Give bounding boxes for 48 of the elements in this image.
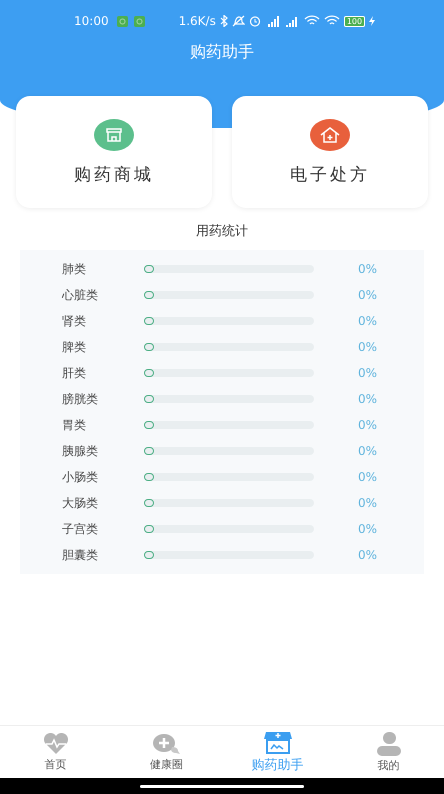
percentage: 0% [358, 314, 378, 328]
percentage: 0% [358, 392, 378, 406]
wifi-icon [324, 15, 340, 27]
heart-pulse-icon [42, 732, 68, 754]
percentage: 0% [358, 366, 378, 380]
category-label: 脾类 [61, 338, 87, 356]
category-label: 肝类 [61, 364, 87, 382]
category-label: 子宫类 [61, 520, 99, 538]
status-time: 10:00 [74, 14, 109, 28]
page-title: 购药助手 [189, 42, 255, 63]
percentage: 0% [358, 418, 378, 432]
category-label: 肾类 [61, 312, 87, 330]
percentage: 0% [358, 522, 378, 536]
percentage: 0% [358, 288, 378, 302]
home-indicator[interactable] [140, 784, 304, 788]
percentage: 0% [358, 444, 378, 458]
app-notification-icon [134, 16, 145, 26]
category-label: 心脏类 [61, 286, 99, 304]
wifi-icon [304, 15, 320, 27]
bluetooth-icon [220, 15, 228, 27]
percentage: 0% [358, 548, 378, 562]
category-label: 肺类 [61, 260, 87, 278]
category-label: 膀胱类 [61, 390, 99, 408]
category-label: 大肠类 [61, 494, 99, 512]
feature-card[interactable]: 购药商城 [16, 96, 212, 208]
battery-indicator: 100 [344, 16, 366, 26]
tab-item[interactable]: 首页 [0, 726, 111, 778]
section-title: 用药统计 [195, 223, 249, 240]
person-icon [376, 732, 402, 756]
percentage: 0% [358, 262, 378, 276]
tab-item[interactable]: 我的 [333, 726, 444, 778]
app-notification-icon [116, 16, 128, 26]
charging-icon [369, 16, 376, 26]
mute-icon [232, 15, 245, 27]
percentage: 0% [358, 470, 378, 484]
category-label: 胆囊类 [61, 546, 99, 564]
alarm-icon [248, 15, 261, 27]
category-label: 胰腺类 [61, 442, 99, 460]
category-label: 小肠类 [61, 468, 99, 486]
network-speed: 1.6K/s [178, 14, 216, 28]
chat-plus-icon [152, 732, 182, 754]
pharmacy-store-icon [264, 730, 292, 754]
tab-item[interactable]: 健康圈 [111, 726, 222, 778]
percentage: 0% [358, 496, 378, 510]
signal-icon [284, 16, 300, 26]
percentage: 0% [358, 340, 378, 354]
category-label: 胃类 [61, 416, 87, 434]
feature-card[interactable]: 电子处方 [232, 96, 428, 208]
